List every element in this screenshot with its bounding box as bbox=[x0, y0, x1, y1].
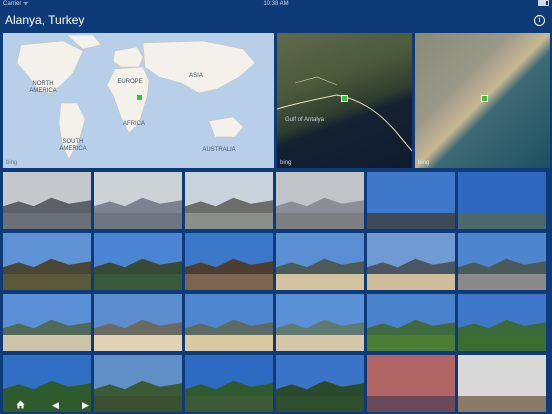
next-button[interactable]: ▶ bbox=[82, 398, 89, 412]
aerial-label-gulf: Gulf of Antalya bbox=[285, 117, 325, 123]
photo-thumbnail[interactable] bbox=[185, 172, 273, 229]
photo-thumbnail[interactable] bbox=[3, 172, 91, 229]
photo-thumbnail[interactable] bbox=[185, 233, 273, 290]
previous-button[interactable]: ◀ bbox=[52, 398, 59, 412]
photo-thumbnail[interactable] bbox=[367, 172, 455, 229]
map-label-north-america: NORTH AMERICA bbox=[29, 81, 57, 94]
map-attribution: bing bbox=[6, 160, 18, 166]
map-label-south-america: SOUTH AMERICA bbox=[59, 139, 87, 152]
photo-thumbnail[interactable] bbox=[458, 172, 546, 229]
photo-thumbnail[interactable] bbox=[3, 233, 91, 290]
map-attribution: bing bbox=[418, 160, 430, 166]
battery-icon bbox=[538, 0, 549, 7]
location-pin-icon bbox=[341, 95, 348, 102]
photo-thumbnail[interactable] bbox=[94, 172, 182, 229]
photo-thumbnail[interactable] bbox=[185, 294, 273, 351]
map-attribution: bing bbox=[280, 160, 292, 166]
photo-thumbnail[interactable] bbox=[94, 294, 182, 351]
clock-label: 10:38 AM bbox=[263, 1, 289, 7]
navigation-bar: Alanya, Turkey i bbox=[0, 8, 552, 32]
page-title: Alanya, Turkey bbox=[5, 13, 85, 27]
map-label-asia: ASIA bbox=[189, 73, 203, 79]
bottom-toolbar: ◀ ▶ bbox=[0, 396, 552, 414]
photo-thumbnail[interactable] bbox=[276, 294, 364, 351]
location-pin-icon bbox=[136, 94, 143, 101]
photo-thumbnail[interactable] bbox=[276, 172, 364, 229]
map-label-europe: EUROPE bbox=[117, 79, 143, 85]
aerial-zoom-tile[interactable]: bing bbox=[415, 33, 550, 168]
photo-thumbnail[interactable] bbox=[458, 233, 546, 290]
info-button[interactable]: i bbox=[534, 15, 545, 26]
photo-thumbnail[interactable] bbox=[367, 233, 455, 290]
location-pin-icon bbox=[481, 95, 488, 102]
battery-indicator bbox=[536, 0, 549, 8]
aerial-map-tile[interactable]: Gulf of Antalya bing bbox=[277, 33, 412, 168]
photo-thumbnail[interactable] bbox=[3, 294, 91, 351]
photo-thumbnail[interactable] bbox=[458, 294, 546, 351]
photo-thumbnail[interactable] bbox=[94, 233, 182, 290]
photo-thumbnail[interactable] bbox=[367, 294, 455, 351]
world-map-tile[interactable]: NORTH AMERICA EUROPE ASIA AFRICA SOUTH A… bbox=[3, 33, 274, 168]
map-label-australia: AUSTRALIA bbox=[202, 147, 236, 153]
map-label-africa: AFRICA bbox=[122, 121, 145, 127]
status-bar: Carrier ᯤ 10:38 AM bbox=[0, 0, 552, 8]
home-icon[interactable] bbox=[16, 400, 25, 409]
photo-thumbnail[interactable] bbox=[276, 233, 364, 290]
